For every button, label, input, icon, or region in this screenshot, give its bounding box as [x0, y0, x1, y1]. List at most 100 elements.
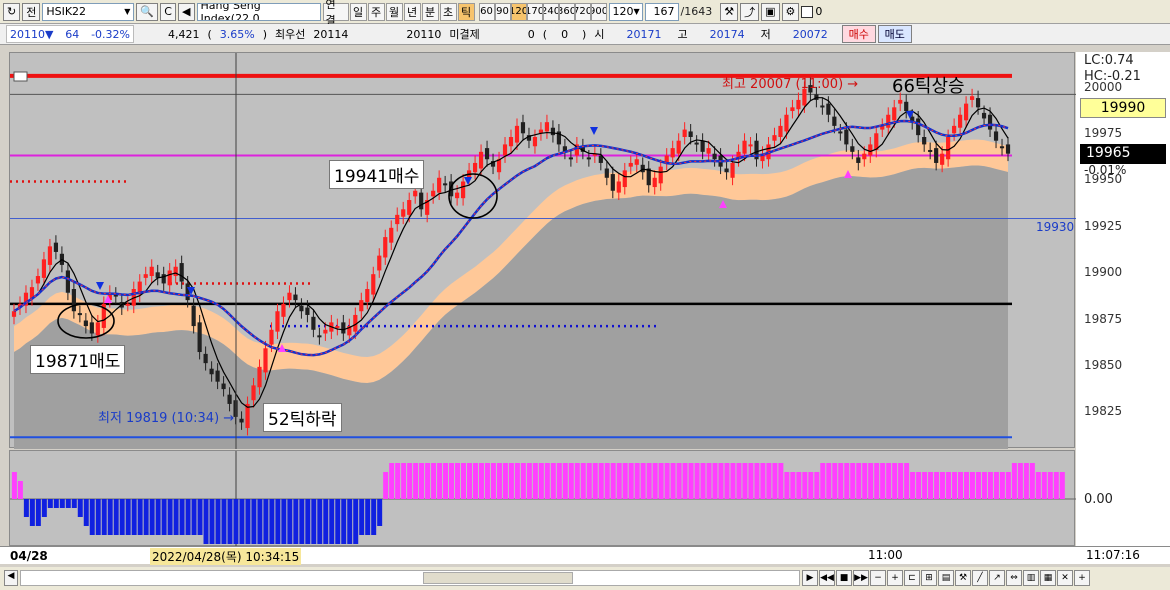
scroll-track[interactable] [20, 570, 800, 586]
dropdown-icon[interactable]: ▼ [124, 7, 130, 16]
oscillator-bar [514, 463, 520, 499]
scroll-left-icon[interactable]: ◀ [4, 570, 18, 586]
add-icon[interactable]: + [1074, 570, 1090, 586]
oscillator-panel[interactable] [9, 450, 1076, 547]
buy-button[interactable]: 매수 [841, 25, 876, 43]
tab-type-4[interactable]: 년 [403, 2, 421, 21]
candle-body [437, 177, 442, 193]
candle-body [838, 131, 843, 134]
price-tick-label: 19900 [1084, 265, 1123, 280]
price-tick-label: 19825 [1084, 404, 1123, 419]
price-chart-panel[interactable] [9, 52, 1076, 451]
candle-body [443, 183, 448, 186]
line-icon[interactable]: ╱ [972, 570, 988, 586]
bar-count-input[interactable]: 167 [644, 2, 679, 21]
oscillator-chart[interactable] [10, 451, 1076, 547]
tab-type-5[interactable]: 분 [421, 2, 439, 21]
scroll-thumb[interactable] [423, 572, 573, 584]
mode-button[interactable]: 전 [22, 2, 41, 21]
tool-icon[interactable]: ⚒ [955, 570, 971, 586]
checkbox[interactable] [801, 5, 814, 18]
interval-input[interactable]: 120 ▼ [608, 2, 643, 21]
refresh-icon[interactable]: ↻ [3, 2, 21, 21]
tab-type-3[interactable]: 월 [385, 2, 403, 21]
save-icon[interactable]: ▣ [761, 2, 780, 21]
candle-body [796, 99, 801, 110]
low-price: 20072 [792, 27, 828, 41]
dropdown-icon[interactable]: ▼ [634, 7, 640, 16]
split-icon[interactable]: ⊏ [904, 570, 920, 586]
oscillator-bar [11, 472, 17, 499]
oscillator-bar [191, 499, 197, 535]
oscillator-bar [478, 463, 484, 499]
candle-body [275, 311, 280, 332]
oscillator-bar [1023, 463, 1029, 499]
tab-interval-0[interactable]: 60 [478, 2, 495, 21]
oscillator-bar [383, 472, 389, 499]
tab-interval-3[interactable]: 170 [526, 2, 543, 21]
tab-interval-1[interactable]: 90 [494, 2, 511, 21]
measure-icon[interactable]: ⇔ [1006, 570, 1022, 586]
tab-type-2[interactable]: 주 [367, 2, 385, 21]
candle-body [281, 303, 286, 317]
candle-body [622, 170, 627, 188]
search-icon[interactable]: 🔍 [136, 2, 159, 21]
stop-icon[interactable]: ■ [836, 570, 852, 586]
candle-body [83, 320, 88, 327]
oscillator-bar [850, 463, 856, 499]
tools-icon[interactable]: ⚒ [720, 2, 739, 21]
tab-type-6[interactable]: 초 [439, 2, 457, 21]
candle-body [694, 142, 699, 145]
tab-type-0[interactable]: 연결 [322, 0, 349, 27]
sell-button[interactable]: 매도 [877, 25, 912, 43]
forward-icon[interactable]: ▶▶ [853, 570, 869, 586]
zoom-in-icon[interactable]: + [887, 570, 903, 586]
candle-body [413, 190, 418, 197]
tab-interval-6[interactable]: 720 [574, 2, 591, 21]
play-icon[interactable]: ▶ [802, 570, 818, 586]
oscillator-bar [556, 463, 562, 499]
oscillator-bar [796, 472, 802, 499]
tab-type-7[interactable]: 틱 [457, 2, 475, 21]
oscillator-bar [981, 472, 987, 499]
speaker-icon[interactable]: ◀ [178, 2, 195, 21]
open-label: 시 [594, 28, 605, 41]
close-icon[interactable]: ✕ [1057, 570, 1073, 586]
zoom-out-icon[interactable]: − [870, 570, 886, 586]
candle-body [143, 274, 148, 278]
copy-icon[interactable]: C [160, 2, 177, 21]
oscillator-bar [461, 463, 466, 499]
oscillator-bar [257, 499, 263, 544]
gear-icon[interactable]: ⚙ [781, 2, 800, 21]
rewind-icon[interactable]: ◀◀ [819, 570, 835, 586]
oscillator-bar [275, 499, 281, 544]
tab-interval-4[interactable]: 240 [542, 2, 559, 21]
oscillator-bar [532, 463, 538, 499]
cursor-time: 2022/04/28(목) 10:34:15 [150, 548, 302, 565]
tab-type-1[interactable]: 일 [349, 2, 367, 21]
oscillator-bar [999, 472, 1005, 499]
best-ask: 20114 [313, 27, 349, 41]
candle-body [359, 300, 364, 312]
tab-interval-7[interactable]: 900 [590, 2, 607, 21]
last-price: 20110 [10, 27, 45, 41]
tab-interval-2[interactable]: 120 [510, 2, 527, 21]
candle-body [77, 313, 82, 316]
chart-icon[interactable]: ▥ [1023, 570, 1039, 586]
candle-body [934, 148, 939, 163]
oscillator-bar [113, 499, 119, 535]
photo-icon[interactable]: ▦ [1040, 570, 1056, 586]
arrow-icon[interactable]: ↗ [989, 570, 1005, 586]
tab-interval-5[interactable]: 360 [558, 2, 575, 21]
symbol-input[interactable]: HSIK22 ▼ [42, 2, 135, 21]
candle-body [784, 114, 789, 132]
oscillator-bar [1053, 472, 1059, 499]
oscillator-bar [281, 499, 287, 544]
chart-line-icon[interactable]: ⤴ [740, 2, 760, 21]
price-chart[interactable] [10, 53, 1076, 451]
down-arrow-icon: ▼ [45, 27, 54, 41]
candle-body [730, 162, 735, 178]
grid-icon[interactable]: ⊞ [921, 570, 937, 586]
oscillator-bar [550, 463, 556, 499]
layout-icon[interactable]: ▤ [938, 570, 954, 586]
